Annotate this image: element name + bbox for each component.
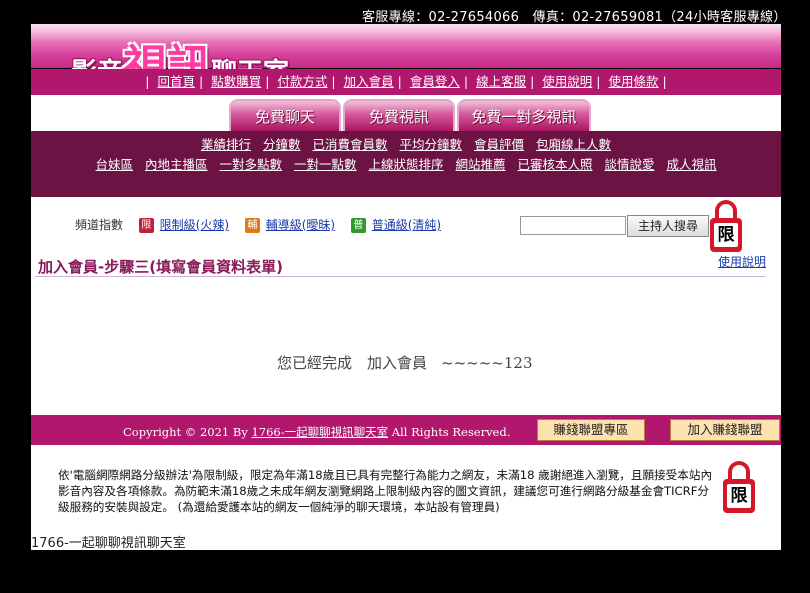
help-link[interactable]: 使用說明 [718,253,766,270]
link-minutes[interactable]: 分鐘數 [263,137,301,152]
completion-message: 您已經完成 加入會員 ~~~~~123 [277,352,533,373]
link-mainland[interactable]: 內地主播區 [145,157,208,172]
nav-terms[interactable]: 使用條款 [609,74,659,89]
copyright-site-link[interactable]: 1766-一起聊聊視訊聊天室 [251,425,388,439]
page-title: 加入會員-步驟三(填寫會員資料表單) [38,258,283,276]
completion-text: 您已經完成 加入會員 [277,354,428,372]
nav-payment[interactable]: 付款方式 [277,74,327,89]
tab-free-chat[interactable]: 免費聊天 [229,99,341,131]
category-links-row1: 業績排行 分鐘數 已消費會員數 平均分鐘數 會員評價 包廂線上人數 [31,134,781,153]
link-online-sort[interactable]: 上線狀態排序 [368,157,443,172]
link-romance[interactable]: 談情說愛 [604,157,654,172]
link-online-count[interactable]: 包廂線上人數 [536,137,611,152]
category-links-row2: 台妹區 內地主播區 一對多點數 一對一點數 上線狀態排序 網站推薦 已審核本人照… [31,154,781,173]
link-reviews[interactable]: 會員評價 [474,137,524,152]
link-recommend[interactable]: 網站推薦 [455,157,505,172]
nav-service[interactable]: 線上客服 [476,74,526,89]
link-single-points[interactable]: 一對一點數 [294,157,357,172]
restricted-badge-icon: 限 [138,218,154,233]
rating-general[interactable]: 普通級(清純) [372,218,441,232]
join-alliance-button[interactable]: 加入賺錢聯盟 [670,419,780,441]
main-nav: | 回首頁 | 點數購買 | 付款方式 | 加入會員 | 會員登入 | 線上客服 | 使用說… [31,69,781,95]
nav-home[interactable]: 回首頁 [157,74,195,89]
link-verified[interactable]: 已審核本人照 [517,157,592,172]
rating-restricted[interactable]: 限制級(火辣) [160,218,229,232]
link-multi-points[interactable]: 一對多點數 [219,157,282,172]
contact-info: 客服專線：02-27654066 傳真：02-27659081（24小時客服專線… [362,10,787,25]
logo-banner: 影音視訊聊天室 [31,24,781,92]
link-adult[interactable]: 成人視訊 [666,157,716,172]
disclaimer-text: 依'電腦網際網路分級辦法'為限制級，限定為年滿18歲且已具有完整行為能力之網友，… [58,468,713,514]
link-paid-members[interactable]: 已消費會員數 [312,137,387,152]
link-avg-minutes[interactable]: 平均分鐘數 [399,137,462,152]
copyright: Copyright © 2021 By 1766-一起聊聊視訊聊天室 All R… [123,425,511,439]
tab-free-video[interactable]: 免費視訊 [343,99,455,131]
rating-guidance[interactable]: 輔導級(曖昧) [266,218,335,232]
host-search-input[interactable] [520,216,626,235]
nav-login[interactable]: 會員登入 [410,74,460,89]
site-name-footer: 1766-一起聊聊視訊聊天室 [31,536,186,551]
general-badge-icon: 普 [350,218,366,233]
guidance-badge-icon: 輔 [244,218,260,233]
restricted-lock-icon: 限 [710,200,742,252]
link-taiwan[interactable]: 台妹區 [95,157,133,172]
nav-buy-points[interactable]: 點數購買 [211,74,261,89]
tab-free-multi-video[interactable]: 免費一對多視訊 [457,99,591,131]
channel-rating: 頻道指數 限 限制級(火辣) 輔 輔導級(曖昧) 普 普通級(清純) [75,216,441,233]
completion-code: ~~~~~123 [441,354,533,372]
rating-label: 頻道指數 [75,218,124,232]
nav-help[interactable]: 使用說明 [542,74,592,89]
alliance-zone-button[interactable]: 賺錢聯盟專區 [537,419,645,441]
title-divider [35,276,766,277]
restricted-lock-icon: 限 [723,461,755,513]
host-search-button[interactable]: 主持人搜尋 [627,215,709,237]
link-ranking[interactable]: 業績排行 [201,137,251,152]
nav-join[interactable]: 加入會員 [344,74,394,89]
